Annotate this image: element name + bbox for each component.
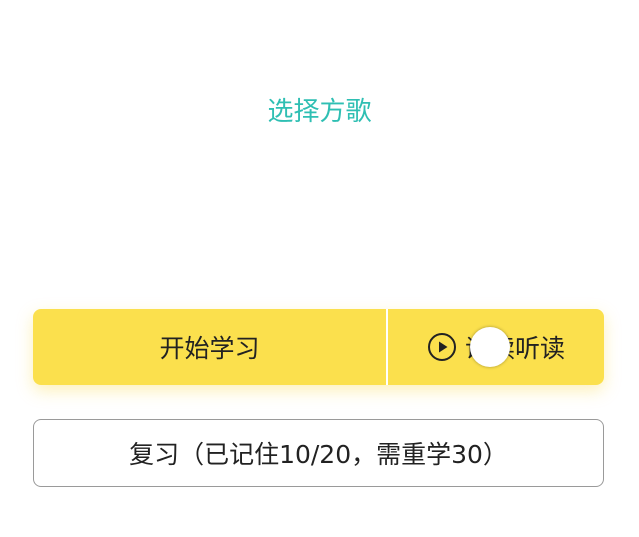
start-learning-button[interactable]: 开始学习 [33, 309, 386, 385]
play-circle-icon [427, 332, 457, 362]
screen: 选择方歌 开始学习 诵读听读 复习（已记住10/20，需重学30） [0, 0, 639, 537]
review-button[interactable]: 复习（已记住10/20，需重学30） [33, 419, 604, 487]
start-learning-label: 开始学习 [159, 334, 260, 363]
listen-label: 诵读听读 [464, 334, 565, 363]
select-song-link[interactable]: 选择方歌 [0, 94, 639, 130]
review-label: 复习（已记住10/20，需重学30） [129, 440, 508, 469]
action-bar: 开始学习 诵读听读 [33, 309, 604, 385]
listen-button[interactable]: 诵读听读 [388, 309, 604, 385]
